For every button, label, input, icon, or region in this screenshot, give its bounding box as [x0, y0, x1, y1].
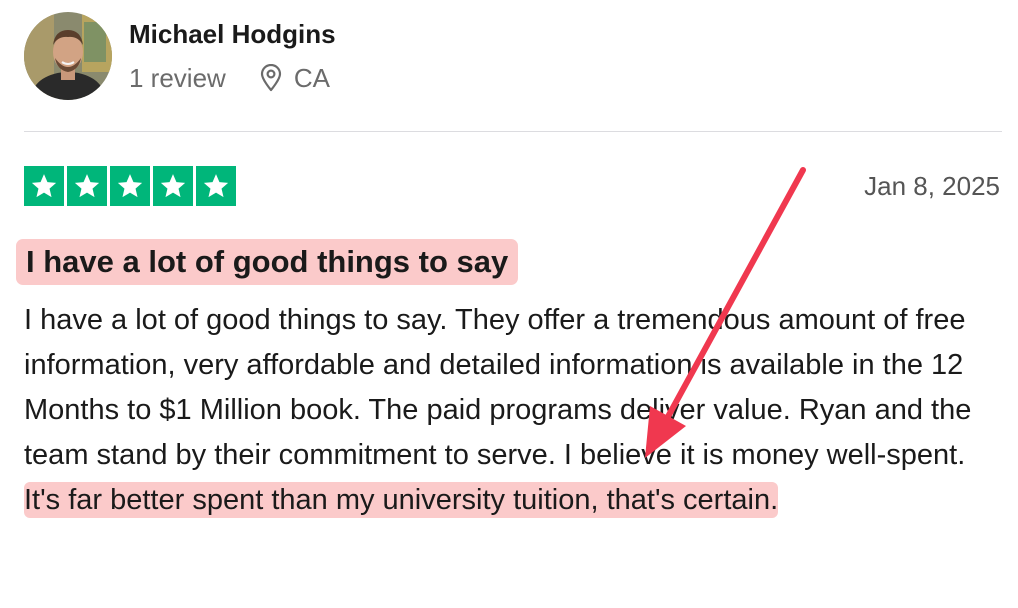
reviewer-name[interactable]: Michael Hodgins	[129, 18, 336, 50]
reviewer-location: CA	[293, 62, 330, 93]
star-icon	[110, 166, 150, 206]
reviewer-meta: 1 review CA	[129, 60, 330, 96]
star-icon	[153, 166, 193, 206]
star-rating	[24, 166, 236, 206]
star-icon	[67, 166, 107, 206]
star-icon	[196, 166, 236, 206]
reviewer-avatar[interactable]	[24, 12, 112, 100]
review-body: I have a lot of good things to say. They…	[24, 298, 1009, 523]
review-date: Jan 8, 2025	[864, 171, 1000, 201]
review-count: 1 review	[129, 62, 226, 93]
review-body-text: I have a lot of good things to say. They…	[24, 304, 972, 471]
map-pin-icon	[260, 64, 282, 92]
star-icon	[24, 166, 64, 206]
review-body-highlight: It's far better spent than my university…	[24, 482, 779, 518]
divider	[24, 131, 1002, 132]
next-section-edge	[24, 600, 504, 608]
review-title[interactable]: I have a lot of good things to say	[16, 239, 519, 285]
